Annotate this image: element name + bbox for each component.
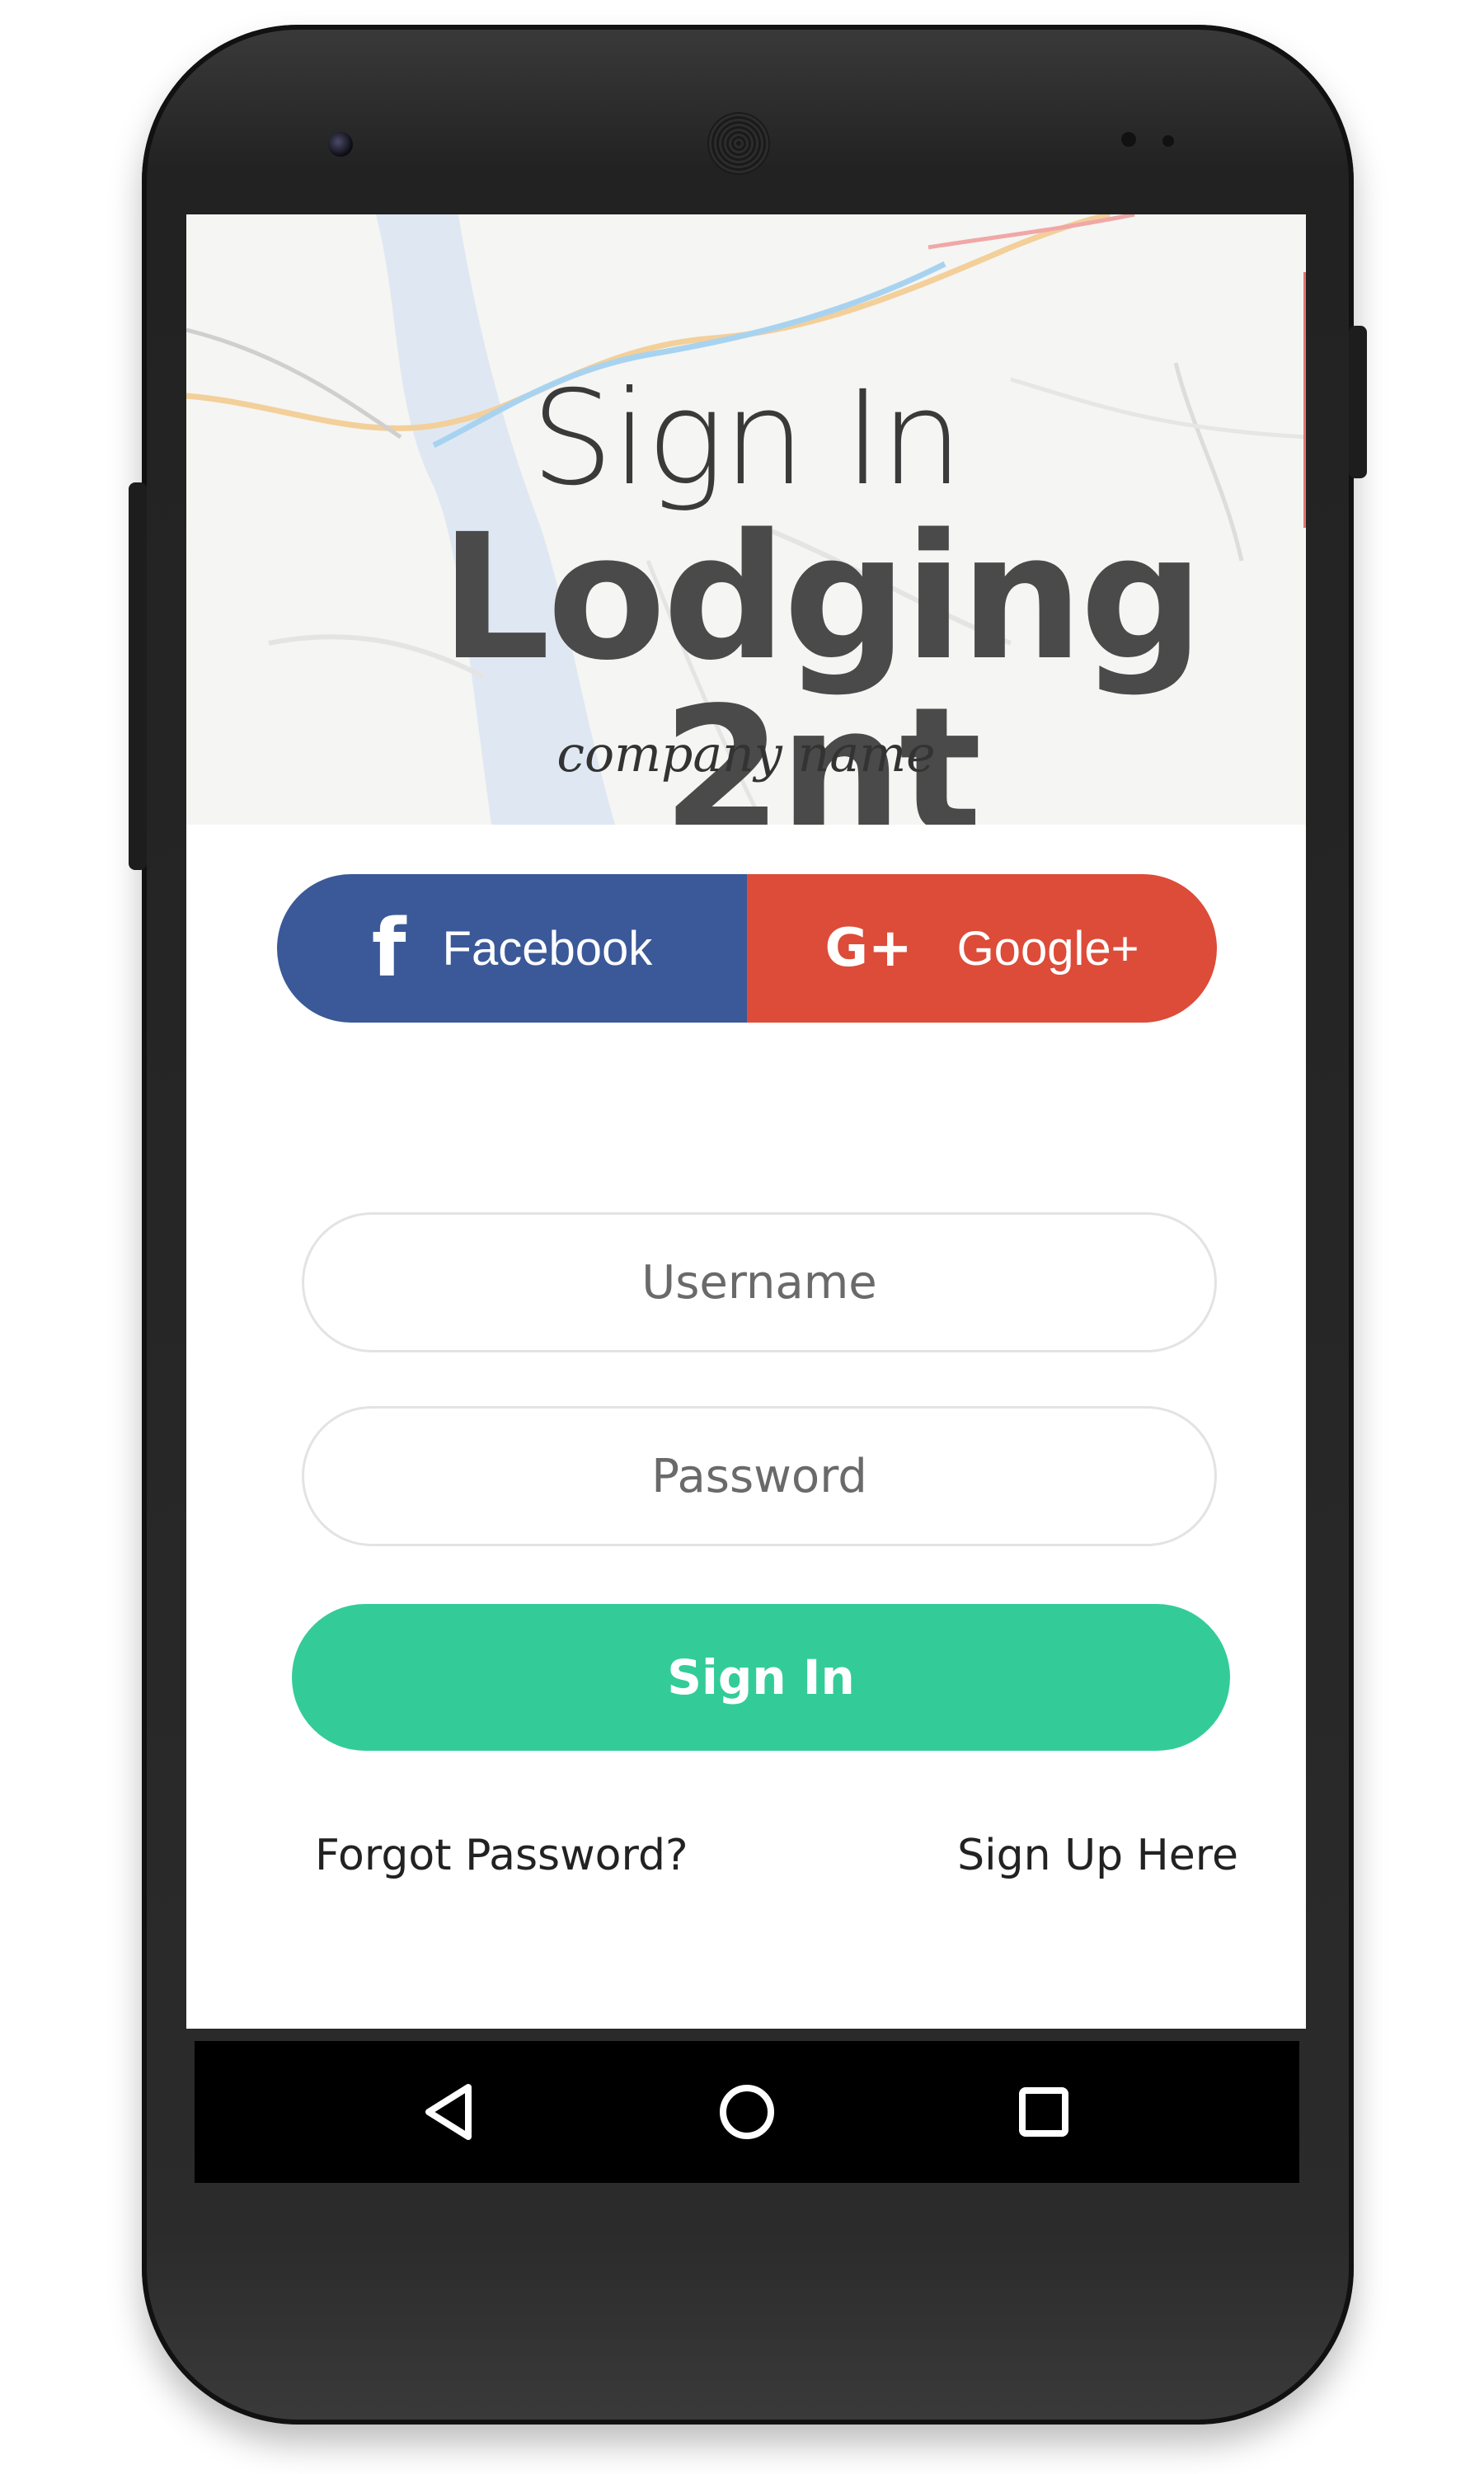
nav-home-button[interactable] [665, 2041, 829, 2183]
google-label: Google+ [956, 921, 1139, 976]
proximity-sensor [1121, 132, 1136, 147]
signin-button[interactable]: Sign In [292, 1604, 1230, 1751]
volume-button [129, 482, 147, 870]
company-tagline: company name [556, 726, 936, 783]
nav-back-button[interactable] [368, 2041, 533, 2183]
earpiece-speaker [707, 112, 770, 175]
facebook-icon: f [371, 902, 406, 995]
password-input[interactable] [302, 1406, 1217, 1546]
app-screen: Sign In Lodging 2nt company name f Faceb… [186, 214, 1306, 2029]
home-icon [720, 2085, 774, 2139]
signup-link[interactable]: Sign Up Here [957, 1831, 1238, 1880]
recent-apps-icon [1019, 2087, 1068, 2137]
light-sensor [1162, 135, 1174, 147]
facebook-login-button[interactable]: f Facebook [277, 874, 747, 1023]
social-login-group: f Facebook G+ Google+ [277, 874, 1217, 1023]
back-icon [425, 2084, 472, 2140]
front-camera [328, 132, 353, 157]
hero-banner: Sign In Lodging 2nt company name [186, 214, 1306, 825]
google-plus-icon: G+ [824, 918, 913, 979]
forgot-password-link[interactable]: Forgot Password? [315, 1831, 688, 1880]
username-input[interactable] [302, 1212, 1217, 1352]
google-login-button[interactable]: G+ Google+ [747, 874, 1217, 1023]
power-button [1349, 326, 1367, 478]
page-title: Sign In [530, 363, 963, 515]
facebook-label: Facebook [442, 921, 653, 976]
nav-recent-apps-button[interactable] [961, 2041, 1126, 2183]
android-nav-bar [195, 2041, 1299, 2183]
